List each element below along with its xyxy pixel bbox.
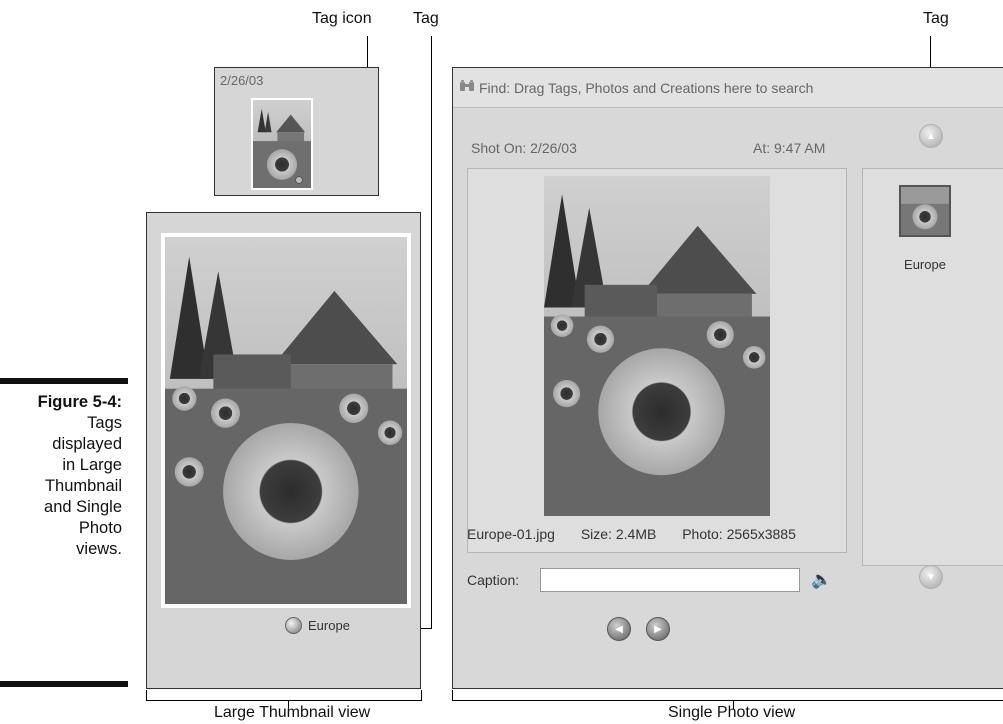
tag-label: Europe bbox=[308, 618, 350, 633]
speaker-icon[interactable]: 🔈 bbox=[811, 570, 832, 590]
figure-caption-bar-bottom bbox=[0, 681, 128, 687]
single-photo-panel: Find: Drag Tags, Photos and Creations he… bbox=[452, 67, 1003, 689]
small-thumbnail[interactable]: 2/26/03 bbox=[214, 67, 379, 196]
figure-line: and Single bbox=[44, 498, 122, 516]
tag-icon bbox=[285, 617, 302, 634]
bracket-single-photo bbox=[452, 690, 1003, 701]
figure-caption-bar-top bbox=[0, 378, 128, 384]
single-photo-frame bbox=[467, 168, 847, 553]
find-bar[interactable]: Find: Drag Tags, Photos and Creations he… bbox=[453, 68, 1003, 108]
shot-on-date: Shot On: 2/26/03 bbox=[471, 140, 577, 156]
figure-caption: Figure 5-4: Tags displayed in Large Thum… bbox=[0, 392, 122, 560]
label-single-photo-view: Single Photo view bbox=[668, 704, 796, 721]
figure-label: Figure 5-4: bbox=[37, 393, 122, 411]
figure-line: Photo bbox=[78, 519, 122, 537]
caption-input[interactable] bbox=[540, 568, 800, 592]
callout-tag-left: Tag bbox=[413, 10, 439, 27]
caption-label: Caption: bbox=[467, 572, 520, 588]
previous-icon[interactable]: ◀ bbox=[607, 617, 631, 641]
bracket-large-thumbnail bbox=[146, 690, 422, 701]
file-size: Size: 2.4MB bbox=[580, 526, 657, 542]
tag-card-label: Europe bbox=[904, 257, 946, 272]
scroll-up-icon[interactable]: ▲ bbox=[919, 124, 943, 148]
shot-at-time: At: 9:47 AM bbox=[753, 140, 826, 156]
callout-tag-icon: Tag icon bbox=[312, 10, 372, 27]
large-thumbnail[interactable]: Europe bbox=[146, 212, 421, 689]
photo-dimensions: Photo: 2565x3885 bbox=[682, 526, 796, 542]
file-name: Europe-01.jpg bbox=[467, 526, 555, 542]
tag-card[interactable] bbox=[899, 185, 951, 237]
file-info: Europe-01.jpg Size: 2.4MB Photo: 2565x38… bbox=[467, 526, 796, 542]
figure-line: Tags bbox=[87, 414, 122, 432]
callout-tag-right: Tag bbox=[923, 10, 949, 27]
figure-line: Thumbnail bbox=[44, 477, 122, 495]
tag-icon-dot bbox=[295, 176, 303, 184]
next-icon[interactable]: ▶ bbox=[646, 617, 670, 641]
thumbnail-photo[interactable] bbox=[251, 98, 313, 190]
find-bar-text: Find: Drag Tags, Photos and Creations he… bbox=[479, 79, 814, 96]
callout-line-tag-left-v bbox=[431, 36, 432, 629]
binoculars-icon bbox=[459, 79, 475, 96]
label-large-thumbnail-view: Large Thumbnail view bbox=[214, 704, 371, 721]
figure-line: displayed bbox=[52, 435, 122, 453]
thumbnail-date: 2/26/03 bbox=[220, 73, 264, 88]
scroll-down-icon[interactable]: ▼ bbox=[919, 565, 943, 589]
large-thumbnail-photo[interactable] bbox=[161, 233, 411, 608]
single-photo-image[interactable] bbox=[544, 176, 770, 516]
figure-line: views. bbox=[76, 540, 122, 558]
large-thumbnail-tag[interactable]: Europe bbox=[285, 617, 350, 634]
tag-pane: Europe bbox=[862, 168, 1003, 566]
figure-line: in Large bbox=[62, 456, 122, 474]
